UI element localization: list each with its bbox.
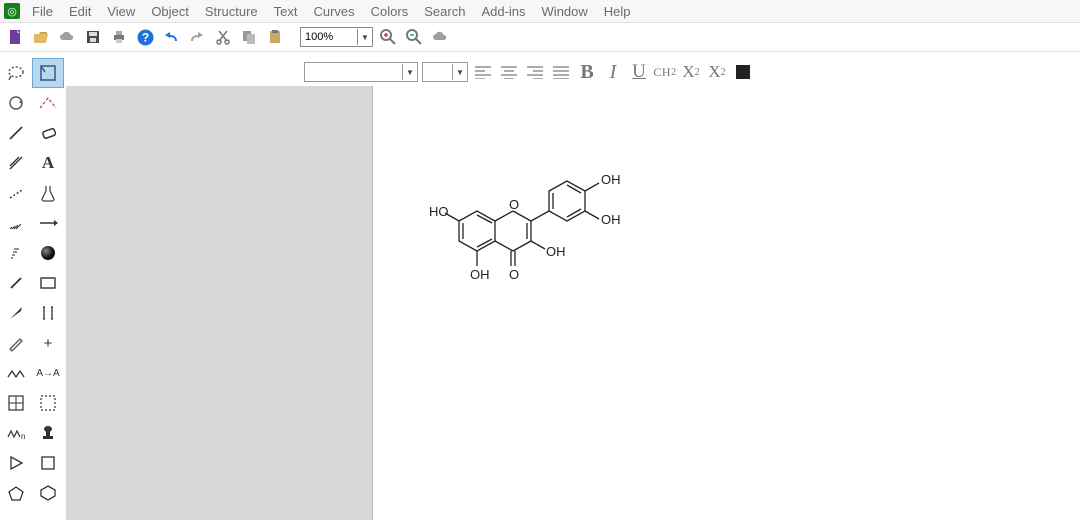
svg-text:?: ? bbox=[141, 30, 148, 44]
atom-plus-icon[interactable]: + bbox=[32, 328, 64, 358]
lasso-tool-icon[interactable] bbox=[0, 58, 32, 88]
menu-curves[interactable]: Curves bbox=[305, 2, 362, 21]
pentagon-tool-icon[interactable] bbox=[0, 478, 32, 508]
arrow-tool-icon[interactable] bbox=[32, 208, 64, 238]
superscript-button[interactable]: X2 bbox=[706, 61, 728, 83]
flask-icon[interactable] bbox=[32, 178, 64, 208]
polymer-tool-icon[interactable]: n bbox=[0, 418, 32, 448]
canvas[interactable]: HO O O OH OH OH OH bbox=[374, 86, 1080, 520]
rectangle-tool-icon[interactable] bbox=[32, 268, 64, 298]
menu-help[interactable]: Help bbox=[596, 2, 639, 21]
font-family-select[interactable]: ▼ bbox=[304, 62, 418, 82]
multi-bond-icon[interactable] bbox=[0, 148, 32, 178]
underline-button[interactable]: U bbox=[628, 61, 650, 83]
label-oh-5: OH bbox=[470, 267, 490, 282]
copy-icon[interactable] bbox=[238, 26, 260, 48]
atom-replace-icon[interactable]: A→A bbox=[32, 358, 64, 388]
bold-button[interactable]: B bbox=[576, 61, 598, 83]
cloud-icon[interactable] bbox=[56, 26, 78, 48]
single-bond-icon[interactable] bbox=[0, 118, 32, 148]
formula-sub: 2 bbox=[671, 67, 677, 78]
eraser-icon[interactable] bbox=[32, 118, 64, 148]
brackets-icon[interactable] bbox=[32, 298, 64, 328]
cut-icon[interactable] bbox=[212, 26, 234, 48]
italic-button[interactable]: I bbox=[602, 61, 624, 83]
redo-icon[interactable] bbox=[186, 26, 208, 48]
bond-angle-icon[interactable] bbox=[32, 88, 64, 118]
square-tool-icon[interactable] bbox=[32, 448, 64, 478]
formula-button[interactable]: CH2 bbox=[654, 61, 676, 83]
app-icon: ◎ bbox=[4, 3, 20, 19]
hexagon-tool-icon[interactable] bbox=[32, 478, 64, 508]
font-size-select[interactable]: ▼ bbox=[422, 62, 468, 82]
align-center-icon[interactable] bbox=[498, 61, 520, 83]
align-right-icon[interactable] bbox=[524, 61, 546, 83]
chevron-down-icon[interactable]: ▼ bbox=[357, 29, 372, 45]
print-icon[interactable] bbox=[108, 26, 130, 48]
menu-search[interactable]: Search bbox=[416, 2, 473, 21]
zoom-out-icon[interactable] bbox=[403, 26, 425, 48]
subscript-button[interactable]: X2 bbox=[680, 61, 702, 83]
template-tool-icon[interactable] bbox=[32, 388, 64, 418]
main-toolbar: ? ▼ bbox=[0, 23, 1080, 52]
subscript-label: X bbox=[682, 62, 694, 82]
zoom-input[interactable] bbox=[301, 29, 357, 45]
menu-window[interactable]: Window bbox=[534, 2, 596, 21]
svg-text:n: n bbox=[21, 432, 25, 441]
menu-addins[interactable]: Add-ins bbox=[473, 2, 533, 21]
open-icon[interactable] bbox=[30, 26, 52, 48]
table-tool-icon[interactable] bbox=[0, 388, 32, 418]
panel-thumbnail bbox=[66, 86, 373, 520]
help-icon[interactable]: ? bbox=[134, 26, 156, 48]
molecule-structure[interactable]: HO O O OH OH OH OH bbox=[429, 166, 659, 299]
label-oh-3: OH bbox=[546, 244, 566, 259]
label-o-keto: O bbox=[509, 267, 519, 282]
wedge-bond-icon[interactable] bbox=[0, 208, 32, 238]
menu-file[interactable]: File bbox=[24, 2, 61, 21]
rotate-tool-icon[interactable] bbox=[0, 88, 32, 118]
pen-tool-icon[interactable] bbox=[0, 328, 32, 358]
superscript-sup: 2 bbox=[721, 67, 726, 78]
chain-tool-icon[interactable] bbox=[0, 358, 32, 388]
play-tool-icon[interactable] bbox=[0, 448, 32, 478]
paste-icon[interactable] bbox=[264, 26, 286, 48]
format-toolbar: ▼ ▼ B I U CH2 X2 X2 bbox=[300, 58, 758, 86]
stamp-tool-icon[interactable] bbox=[32, 418, 64, 448]
subscript-sub: 2 bbox=[695, 67, 700, 78]
label-ho: HO bbox=[429, 204, 449, 219]
text-tool-icon[interactable]: A bbox=[32, 148, 64, 178]
chevron-down-icon[interactable]: ▼ bbox=[452, 64, 467, 80]
label-oh-3p: OH bbox=[601, 212, 621, 227]
menu-structure[interactable]: Structure bbox=[197, 2, 266, 21]
wedge-solid-icon[interactable] bbox=[0, 298, 32, 328]
menu-edit[interactable]: Edit bbox=[61, 2, 99, 21]
marquee-tool-icon[interactable] bbox=[32, 58, 64, 88]
align-left-icon[interactable] bbox=[472, 61, 494, 83]
cloud-share-icon[interactable] bbox=[429, 26, 451, 48]
superscript-label: X bbox=[708, 62, 720, 82]
save-icon[interactable] bbox=[82, 26, 104, 48]
sphere-icon[interactable] bbox=[32, 238, 64, 268]
new-doc-icon[interactable] bbox=[4, 26, 26, 48]
chevron-down-icon[interactable]: ▼ bbox=[402, 64, 417, 80]
dashed-bond-icon[interactable] bbox=[0, 178, 32, 208]
formula-label: CH bbox=[653, 65, 671, 80]
menu-view[interactable]: View bbox=[99, 2, 143, 21]
label-o-ring: O bbox=[509, 197, 519, 212]
menu-text[interactable]: Text bbox=[266, 2, 306, 21]
undo-icon[interactable] bbox=[160, 26, 182, 48]
zoom-in-icon[interactable] bbox=[377, 26, 399, 48]
label-oh-4p: OH bbox=[601, 172, 621, 187]
tool-palette: A + A→A n bbox=[0, 58, 64, 508]
menubar: ◎ File Edit View Object Structure Text C… bbox=[0, 0, 1080, 23]
color-swatch[interactable] bbox=[732, 61, 754, 83]
menu-colors[interactable]: Colors bbox=[363, 2, 417, 21]
hash-bond-icon[interactable] bbox=[0, 238, 32, 268]
zoom-combo[interactable]: ▼ bbox=[300, 27, 373, 47]
short-bond-icon[interactable] bbox=[0, 268, 32, 298]
menu-object[interactable]: Object bbox=[143, 2, 197, 21]
align-justify-icon[interactable] bbox=[550, 61, 572, 83]
